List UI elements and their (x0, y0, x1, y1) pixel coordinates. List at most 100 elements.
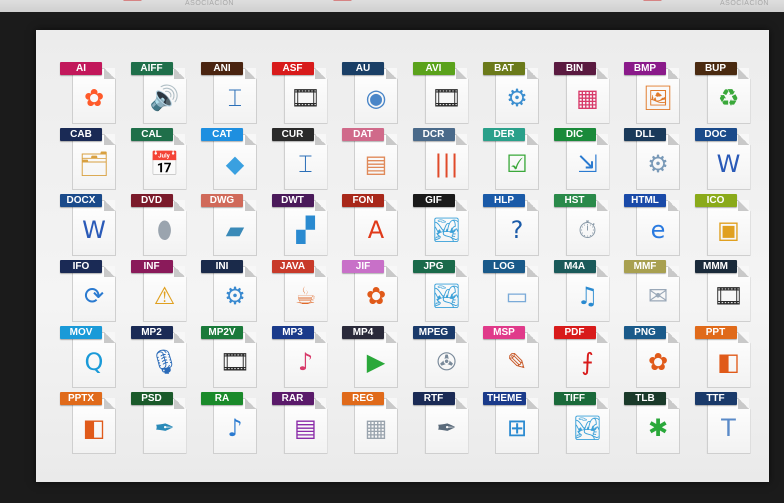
arrows-icon: ⇲ (577, 150, 598, 178)
warning-icon: ⚠ (153, 282, 176, 310)
file-type-ai: ✿ AI (56, 62, 126, 128)
extension-label: PPTX (60, 392, 102, 405)
file-type-pdf: ⨍ PDF (550, 326, 620, 392)
blocks-icon: ▣ (717, 216, 740, 244)
flower-icon: ✿ (83, 84, 105, 112)
film-play-icon: ▶ (366, 348, 386, 376)
file-type-mov: Q MOV (56, 326, 126, 392)
help-icon: ? (510, 216, 524, 244)
page-fold (526, 200, 538, 211)
file-type-dwt: ▞ DWT (268, 194, 338, 260)
page-fold (597, 332, 608, 343)
extension-label: MP2 (130, 326, 173, 339)
screen: ASOCIACIÓN ASOCIACIÓN ✿ AI 🔊 AIFF ⌶ ANI 🎞 ASF ◉ A… (0, 0, 784, 503)
file-type-ico: ▣ ICO (691, 194, 761, 260)
extension-label: DLL (624, 128, 666, 141)
film-icon: 🎞 (713, 282, 744, 310)
file-type-jif: ✿ JIF (338, 260, 408, 326)
text-cursor-icon: ⌶ (298, 150, 313, 178)
audio-player-icon: ♪ (227, 414, 243, 442)
page-fold (174, 266, 185, 277)
extension-label: RA (201, 392, 243, 405)
extension-label: AI (60, 62, 102, 75)
file-type-rtf: ✒ RTF (409, 392, 479, 458)
page-fold (738, 200, 749, 211)
page-fold (385, 200, 397, 211)
file-type-cab: 🗂 CAB (56, 128, 126, 194)
spreadsheet-icon: ▤ (364, 150, 388, 178)
file-type-mp3: ♪ MP3 (268, 326, 338, 392)
page-fold (738, 134, 749, 145)
file-type-asf: 🎞 ASF (268, 62, 338, 128)
watermark-text-left: ASOCIACIÓN (185, 0, 234, 7)
extension-label: MSP (483, 326, 525, 339)
page-fold (174, 200, 185, 211)
extension-label: ICO (694, 194, 737, 207)
top-watermark-strip: ASOCIACIÓN ASOCIACIÓN (0, 0, 784, 12)
page-fold (526, 68, 538, 79)
page-fold (315, 68, 326, 79)
microphone-icon: 🎙 (149, 348, 180, 376)
extension-label: INF (130, 260, 173, 273)
file-type-mmf: ✉ MMF (620, 260, 690, 326)
watermark-mark-right (635, 0, 663, 12)
page-fold (667, 398, 679, 409)
page-fold (174, 398, 185, 409)
presentation-icon: ◧ (82, 414, 106, 442)
page-fold (526, 134, 538, 145)
file-type-dvd: ⬮ DVD (127, 194, 197, 260)
file-type-hst: ⏱ HST (550, 194, 620, 260)
page-fold (456, 200, 467, 211)
file-type-theme: ⊞ THEME (479, 392, 549, 458)
page-fold (738, 398, 749, 409)
word-icon: W (82, 216, 106, 244)
extension-label: BIN (553, 62, 596, 75)
page-fold (456, 332, 467, 343)
extension-label: MOV (60, 326, 102, 339)
word-icon: W (716, 150, 741, 178)
page-fold (667, 200, 679, 211)
file-type-mp2v: 🎞 MP2V (197, 326, 267, 392)
acrobat-icon: ⨍ (581, 348, 594, 376)
page-fold (738, 68, 749, 79)
page-fold (597, 200, 608, 211)
page-fold (456, 398, 467, 409)
extension-label: DCR (412, 128, 455, 141)
page-fold (244, 398, 256, 409)
cylinder-icon: ⬮ (156, 216, 173, 244)
landscape-icon: 🏞 (572, 414, 603, 442)
extension-label: MPEG (412, 326, 455, 339)
extension-label: RAR (271, 392, 314, 405)
extension-label: DVD (130, 194, 173, 207)
registry-icon: ▦ (364, 414, 388, 442)
file-type-reg: ▦ REG (338, 392, 408, 458)
extension-label: CAL (130, 128, 173, 141)
extension-label: ASF (271, 62, 314, 75)
file-type-ra: ♪ RA (197, 392, 267, 458)
flower-icon: ✿ (647, 348, 669, 376)
watermark-text-right: ASOCIACIÓN (720, 0, 769, 7)
painting-icon: 🖼 (642, 84, 674, 112)
catalog-icon: ◆ (225, 150, 245, 178)
file-type-inf: ⚠ INF (127, 260, 197, 326)
page-fold (244, 266, 256, 277)
file-type-cur: ⌶ CUR (268, 128, 338, 194)
music-disc-icon: ♫ (576, 282, 599, 310)
extension-label: GIF (412, 194, 455, 207)
file-type-mmm: 🎞 MMM (691, 260, 761, 326)
stopwatch-icon: ⏱ (578, 216, 597, 244)
page-fold (738, 332, 749, 343)
file-type-dcr: ||| DCR (409, 128, 479, 194)
file-type-png: ✿ PNG (620, 326, 690, 392)
extension-label: BMP (624, 62, 666, 75)
page-fold (667, 68, 679, 79)
file-type-dic: ⇲ DIC (550, 128, 620, 194)
file-type-html: e HTML (620, 194, 690, 260)
extension-label: HST (553, 194, 596, 207)
file-type-psd: ✒ PSD (127, 392, 197, 458)
watermark-mark-left (115, 0, 143, 12)
file-type-der: ☑ DER (479, 128, 549, 194)
page-fold (526, 398, 538, 409)
cubes-icon: ▦ (576, 84, 599, 112)
phone-disc-icon: ♪ (297, 348, 314, 376)
